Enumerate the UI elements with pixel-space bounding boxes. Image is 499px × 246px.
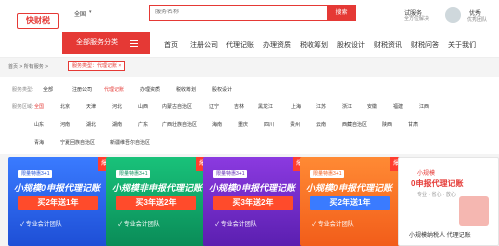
card-footer: ✓ 专业会计团队: [20, 222, 62, 228]
logo[interactable]: 快财税: [17, 13, 59, 29]
card-footer: ✓ 专业会计团队: [118, 222, 160, 228]
active-filter-tag[interactable]: 服务类型：代理记账 ×: [68, 61, 126, 71]
promo-tag: 限量特惠3+1: [18, 170, 53, 178]
filter-region[interactable]: 青海: [34, 139, 44, 146]
offer-box: 买2年送1年: [18, 196, 98, 210]
filter-region[interactable]: 重庆: [238, 121, 248, 128]
consult-subtitle: 全方位解决: [404, 16, 430, 22]
filter-service-bookkeeping[interactable]: 代理记账: [104, 86, 124, 93]
filter-region[interactable]: 湖南: [112, 121, 122, 128]
filter-region[interactable]: 河北: [112, 103, 122, 110]
card-title: 小规模0申报代理记账: [306, 183, 393, 193]
filter-region[interactable]: 全国: [34, 103, 44, 110]
nav-item-bookkeeping[interactable]: 代理记账: [226, 40, 254, 50]
promo-tag: 限量特惠3+1: [213, 170, 248, 178]
product-card[interactable]: 限量特惠3+1 爆 小规模0申报代理记账 买2年送1年 ✓ 专业会计团队: [8, 157, 118, 246]
filter-region[interactable]: 江苏: [316, 103, 326, 110]
filter-region[interactable]: 湖北: [86, 121, 96, 128]
nav-item-qualification[interactable]: 办理资质: [263, 40, 291, 50]
filter-region[interactable]: 内蒙古自治区: [162, 103, 192, 110]
card-footer: 小规模纳税人 代理记账: [409, 233, 471, 239]
card-footer: ✓ 专业会计团队: [215, 222, 257, 228]
service-type-label: 服务类型:: [12, 87, 34, 93]
nav-item-about[interactable]: 关于我们: [448, 40, 476, 50]
product-card[interactable]: 小规模 0申报代理记账 专业 · 省心 · 放心 小规模纳税人 代理记账: [398, 157, 499, 246]
nav-item-equity[interactable]: 股权设计: [337, 40, 365, 50]
card-title: 小规模非申报代理记账: [112, 183, 203, 193]
filter-region[interactable]: 新疆维吾尔自治区: [110, 139, 150, 146]
filter-region[interactable]: 宁夏回族自治区: [60, 139, 95, 146]
filter-region[interactable]: 甘肃: [408, 121, 418, 128]
trophy-icon: [445, 7, 461, 23]
nav-item-tax-planning[interactable]: 税收筹划: [300, 40, 328, 50]
card-main-title: 0申报代理记账: [411, 179, 464, 188]
filter-region[interactable]: 河南: [60, 121, 70, 128]
filter-region[interactable]: 陕西: [382, 121, 392, 128]
filter-region[interactable]: 北京: [60, 103, 70, 110]
filter-region[interactable]: 浙江: [342, 103, 352, 110]
nav-item-qa[interactable]: 财税问答: [411, 40, 439, 50]
filter-region[interactable]: 吉林: [234, 103, 244, 110]
filter-region[interactable]: 山西: [138, 103, 148, 110]
card-title: 小规模: [417, 171, 436, 177]
user-subtitle: 优秀团队: [467, 17, 488, 23]
offer-box: 买3年送2年: [116, 196, 196, 210]
filter-region[interactable]: 山东: [34, 121, 44, 128]
breadcrumb[interactable]: 首页 > 所有服务 >: [8, 63, 48, 70]
card-title: 小规模0申报代理记账: [14, 183, 101, 193]
card-subtitle: 专业 · 省心 · 放心: [417, 192, 456, 198]
nav-item-home[interactable]: 首页: [164, 40, 178, 50]
filter-region[interactable]: 黑龙江: [258, 103, 273, 110]
filter-region[interactable]: 贵州: [290, 121, 300, 128]
filter-region[interactable]: 辽宁: [209, 103, 219, 110]
city-selector[interactable]: 全国: [74, 9, 86, 18]
filter-service-qualification[interactable]: 办理资质: [140, 86, 160, 93]
filter-region[interactable]: 上海: [291, 103, 301, 110]
search-button[interactable]: 搜索: [327, 5, 356, 21]
menu-icon[interactable]: [130, 40, 138, 47]
product-card[interactable]: 限量特惠3+1 爆 小规模0申报代理记账 买3年送2年 ✓ 专业会计团队: [203, 157, 313, 246]
filter-service-register[interactable]: 注册公司: [72, 86, 92, 93]
filter-region[interactable]: 云南: [316, 121, 326, 128]
filter-service-all[interactable]: 全部: [43, 86, 53, 93]
filter-region[interactable]: 天津: [86, 103, 96, 110]
search-input[interactable]: [155, 9, 315, 15]
filter-service-tax[interactable]: 税收筹划: [176, 86, 196, 93]
filter-region[interactable]: 四川: [264, 121, 274, 128]
region-label: 服务区域:: [12, 104, 34, 110]
filter-region[interactable]: 安徽: [367, 103, 377, 110]
nav-item-news[interactable]: 财税资讯: [374, 40, 402, 50]
filter-region[interactable]: 广东: [138, 121, 148, 128]
nav-item-register[interactable]: 注册公司: [190, 40, 218, 50]
card-title: 小规模0申报代理记账: [209, 183, 296, 193]
offer-box: 买2年送1年: [310, 196, 390, 210]
promo-tag: 限量特惠3+1: [116, 170, 151, 178]
promo-tag: 限量特惠3+1: [310, 170, 345, 178]
filter-region[interactable]: 福建: [393, 103, 403, 110]
product-card[interactable]: 限量特惠3+1 爆 小规模非申报代理记账 买3年送2年 ✓ 专业会计团队: [106, 157, 216, 246]
filter-region[interactable]: 江西: [419, 103, 429, 110]
filter-service-equity[interactable]: 股权设计: [212, 86, 232, 93]
card-footer: ✓ 专业会计团队: [312, 222, 354, 228]
calculator-icon: [459, 196, 489, 226]
filter-region[interactable]: 广西壮族自治区: [162, 121, 197, 128]
chevron-down-icon[interactable]: ▾: [89, 9, 92, 15]
offer-box: 买3年送2年: [213, 196, 293, 210]
product-card[interactable]: 限量特惠3+1 爆 小规模0申报代理记账 买2年送1年 ✓ 专业会计团队: [300, 157, 410, 246]
filter-region[interactable]: 西藏自治区: [342, 121, 367, 128]
filter-region[interactable]: 海南: [212, 121, 222, 128]
